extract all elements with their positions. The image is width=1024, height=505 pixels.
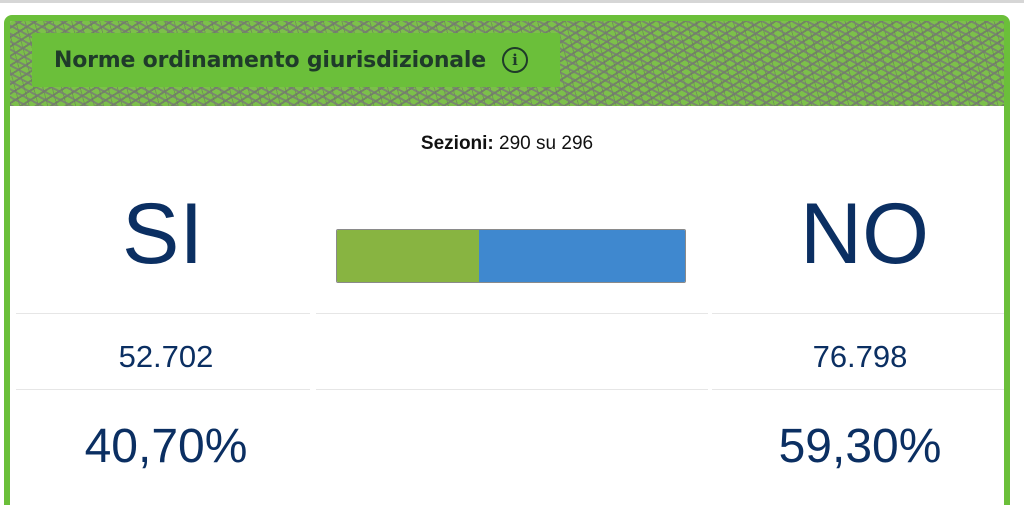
si-label: SI (122, 186, 204, 282)
info-icon[interactable]: i (502, 47, 528, 73)
si-votes: 52.702 (118, 339, 214, 374)
sezioni-value: 290 su 296 (499, 133, 594, 154)
top-border-line (0, 0, 1024, 3)
divider-middle-1 (316, 313, 708, 314)
referendum-result-card: Norme ordinamento giurisdizionale i Sezi… (4, 15, 1010, 505)
divider-middle-2 (316, 389, 708, 390)
divider-right-2 (712, 389, 1004, 390)
divider-left-1 (16, 313, 310, 314)
card-title: Norme ordinamento giurisdizionale (54, 47, 486, 73)
no-percent: 59,30% (778, 420, 942, 473)
divider-left-2 (16, 389, 310, 390)
card-title-pill: Norme ordinamento giurisdizionale i (32, 33, 560, 87)
result-bar-no-segment (478, 230, 685, 282)
si-percent: 40,70% (84, 420, 248, 473)
divider-right-1 (712, 313, 1004, 314)
sezioni-line: Sezioni: 290 su 296 (10, 133, 1004, 155)
result-bar-si-segment (337, 230, 479, 282)
result-bar (336, 229, 686, 283)
sezioni-label: Sezioni: (420, 133, 494, 154)
no-votes: 76.798 (812, 339, 908, 374)
no-label: NO (800, 186, 929, 282)
